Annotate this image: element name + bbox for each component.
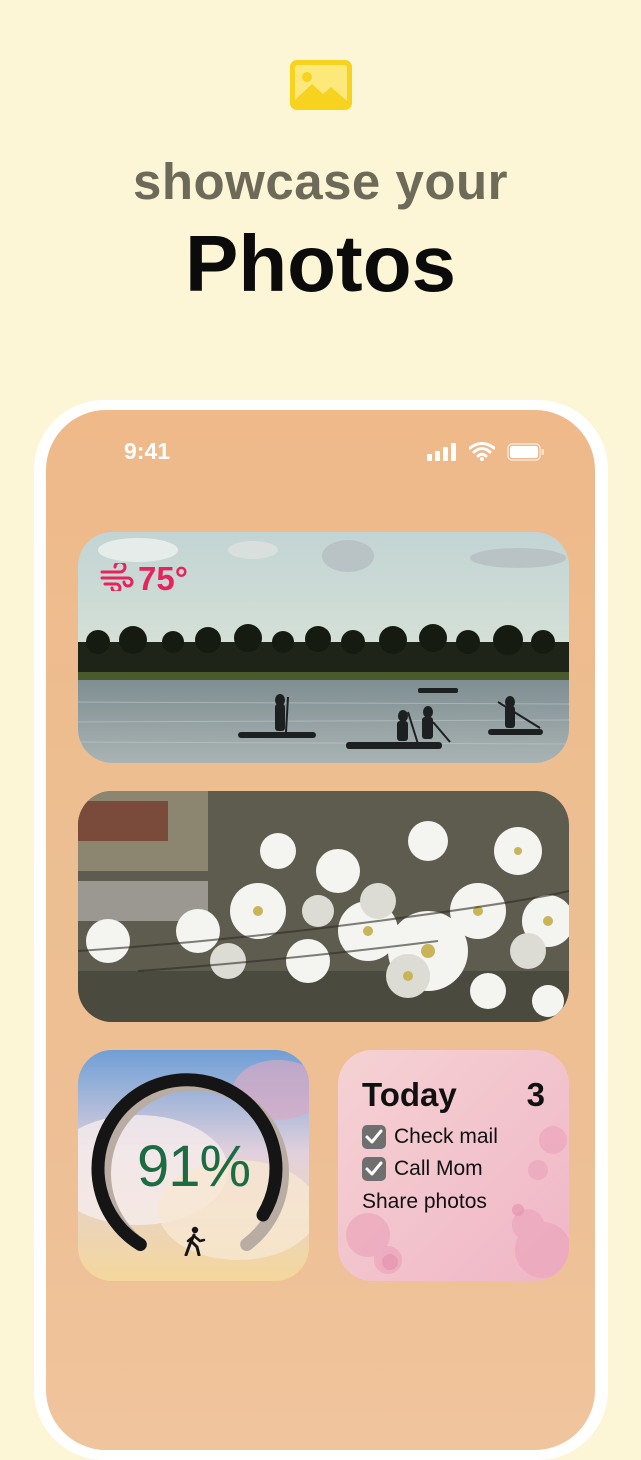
phone-screen: 9:41 75° 91% Today 3 Check mail Call Mom… — [46, 410, 595, 1450]
weather-display: 75° — [100, 560, 188, 598]
status-icons — [427, 442, 545, 466]
checkbox-checked-icon[interactable] — [362, 1157, 386, 1181]
checkbox-checked-icon[interactable] — [362, 1125, 386, 1149]
todo-item-label: Call Mom — [394, 1157, 483, 1180]
todo-title: Today — [362, 1076, 457, 1113]
wind-icon — [100, 560, 134, 596]
todo-item[interactable]: Check mail — [362, 1125, 498, 1149]
lake-photo-widget[interactable]: 75° — [78, 532, 569, 763]
weather-temperature: 75° — [138, 560, 188, 597]
header-subtitle: showcase your — [133, 153, 508, 210]
header-title: Photos — [184, 219, 457, 308]
todo-item[interactable]: Call Mom — [362, 1157, 483, 1181]
todo-item-label: Share photos — [362, 1190, 487, 1213]
flowers-photo — [78, 791, 569, 1022]
todo-item[interactable]: Share photos — [362, 1190, 487, 1214]
flowers-photo-widget[interactable] — [78, 791, 569, 1022]
photo-icon — [290, 60, 352, 110]
cellular-signal-icon — [427, 442, 457, 466]
todo-item-label: Check mail — [394, 1125, 498, 1148]
todo-widget[interactable]: Today 3 Check mail Call Mom Share photos — [338, 1050, 569, 1281]
wifi-icon — [468, 442, 496, 466]
activity-percentage: 91% — [136, 1134, 251, 1199]
status-time: 9:41 — [124, 438, 171, 464]
activity-widget[interactable]: 91% — [78, 1050, 309, 1281]
battery-icon — [507, 442, 545, 466]
todo-count: 3 — [526, 1076, 545, 1113]
walking-icon — [182, 1226, 206, 1257]
